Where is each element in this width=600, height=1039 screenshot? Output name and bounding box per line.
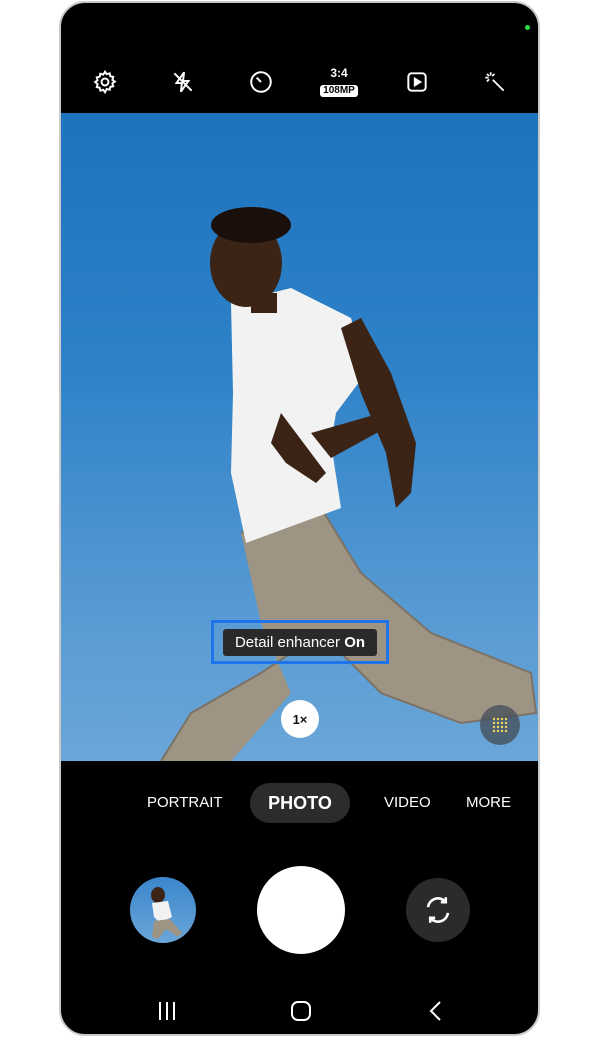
settings-icon[interactable] — [90, 67, 120, 97]
detail-enhancer-tooltip: Detail enhancer On — [222, 628, 378, 656]
motion-photo-icon[interactable] — [402, 67, 432, 97]
camera-in-use-indicator — [525, 25, 530, 30]
switch-camera-icon — [426, 897, 450, 923]
gallery-thumbnail[interactable] — [130, 877, 196, 943]
home-icon — [291, 1001, 311, 1021]
dots-grid-icon — [492, 717, 508, 733]
effects-icon[interactable] — [480, 67, 510, 97]
ratio-label: 3:4 — [330, 66, 348, 80]
back-button[interactable] — [416, 991, 456, 1031]
recent-apps-button[interactable] — [147, 991, 187, 1031]
system-navigation-bar — [61, 991, 538, 1031]
mode-portrait[interactable]: PORTRAIT — [147, 783, 223, 823]
detail-enhancer-tooltip-highlight: Detail enhancer On — [211, 620, 389, 664]
camera-viewfinder[interactable]: Detail enhancer On 1× — [61, 113, 538, 761]
mode-photo[interactable]: PHOTO — [250, 783, 350, 823]
camera-mode-selector: PORTRAIT PHOTO VIDEO MORE — [61, 783, 538, 827]
home-button[interactable] — [281, 991, 321, 1031]
zoom-button[interactable]: 1× — [281, 700, 319, 738]
aspect-ratio-icon[interactable]: 3:4 108MP — [319, 67, 359, 98]
tooltip-state: On — [344, 633, 366, 651]
shutter-button[interactable] — [257, 866, 345, 954]
phone-frame: 3:4 108MP Detail enhancer On 1× PORTRAIT… — [59, 1, 540, 1036]
timer-icon[interactable] — [246, 67, 276, 97]
gallery-preview-image — [151, 887, 182, 939]
flash-off-icon[interactable] — [168, 67, 198, 97]
filters-button[interactable] — [480, 705, 520, 745]
mode-more[interactable]: MORE — [466, 783, 511, 823]
recent-apps-icon — [159, 1002, 175, 1020]
resolution-label: 108MP — [320, 85, 358, 97]
switch-camera-button[interactable] — [406, 878, 470, 942]
tooltip-text: Detail enhancer — [234, 633, 345, 651]
back-icon — [429, 1001, 441, 1021]
top-toolbar: 3:4 108MP — [61, 55, 538, 109]
mode-video[interactable]: VIDEO — [384, 783, 431, 823]
